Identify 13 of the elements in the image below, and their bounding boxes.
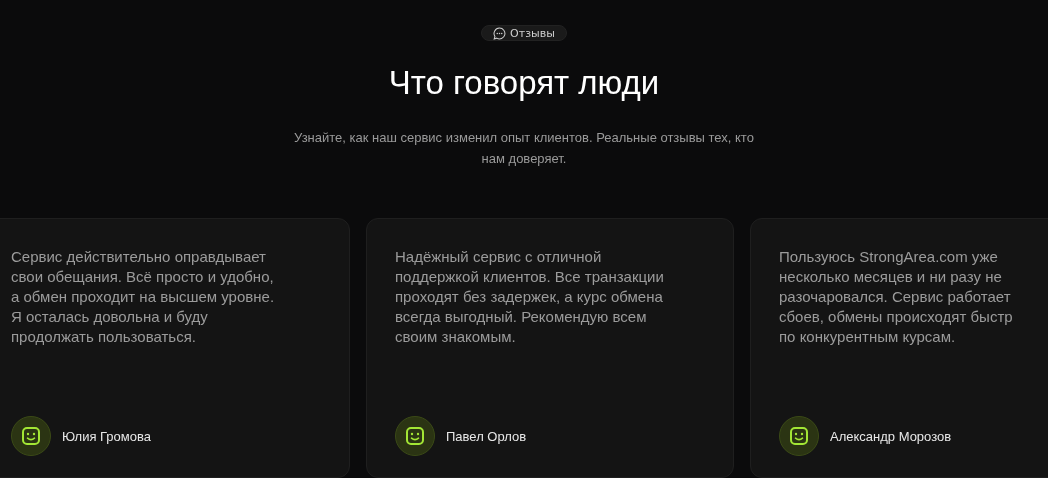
chat-bubble-icon: [493, 26, 507, 40]
author-name: Павел Орлов: [446, 428, 527, 444]
author-name: Александр Морозов: [830, 428, 952, 444]
smiley-avatar-icon: [779, 416, 819, 456]
review-text: Надёжный сервис с отличной поддержкой клиентов. Все транзакции проходят без задержек, а курс обмена всегда выгодный. Рекомендую всем своим знакомым.: [395, 247, 665, 347]
review-text: Пользуюсь StrongArea.com уже несколько месяцев и ни разу не разочаровался. Сервис работает сбоев, обмены происходят быстр по конкурентным курсам.: [779, 247, 1014, 347]
section-subtitle: Узнайте, как наш сервис изменил опыт клиентов. Реальные отзывы тех, кто нам доверяет.: [294, 129, 754, 168]
author-name: Юлия Громова: [62, 428, 151, 444]
smiley-avatar-icon: [11, 416, 51, 456]
review-text: Сервис действительно оправдывает свои обещания. Всё просто и удобно, а обмен проходит на высшем уровне. Я осталась довольна и буду продолжать пользоваться.: [11, 247, 276, 347]
badge-label: Отзывы: [510, 26, 555, 40]
smiley-avatar-icon: [395, 416, 435, 456]
section-heading: Что говорят люди: [388, 63, 660, 103]
